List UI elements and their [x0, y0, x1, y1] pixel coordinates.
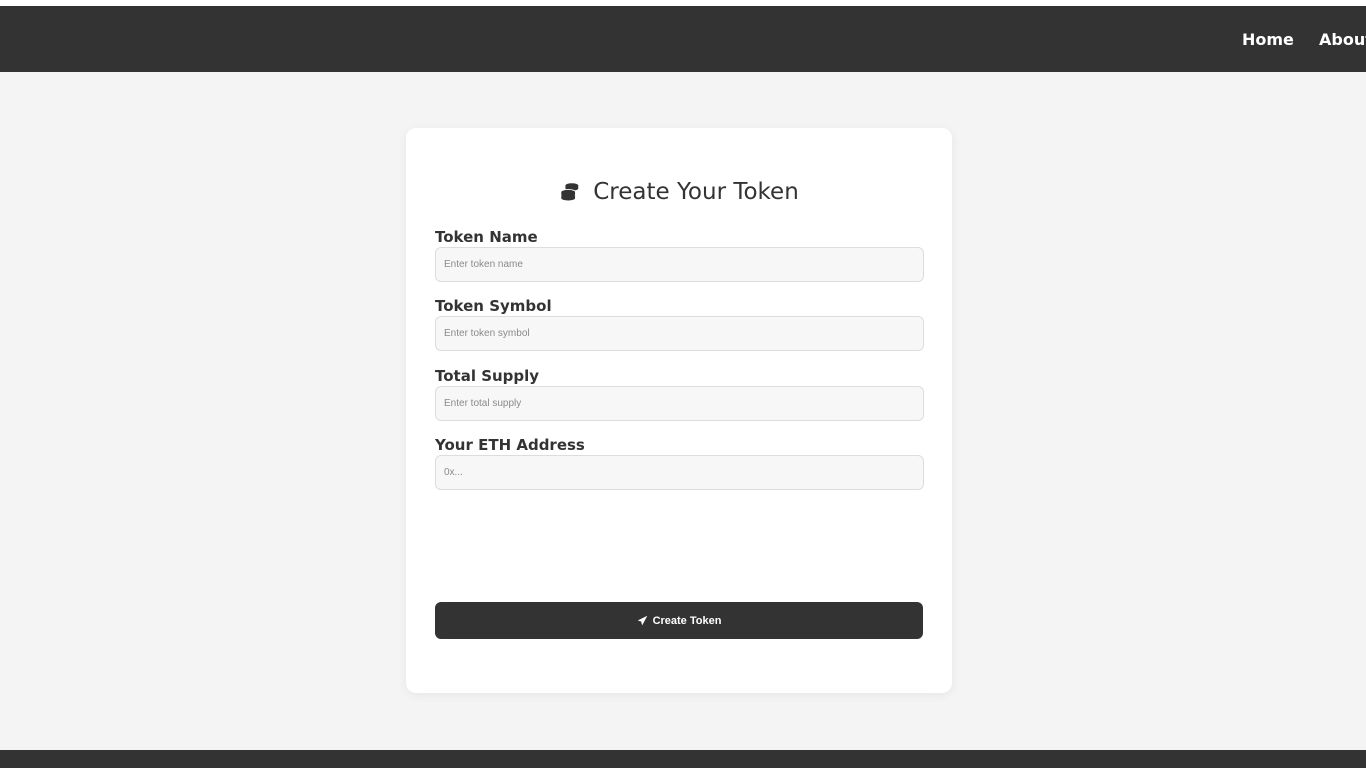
total-supply-input[interactable]	[435, 386, 924, 421]
nav-link-home[interactable]: Home	[1242, 6, 1294, 72]
nav-link-about[interactable]: About	[1319, 6, 1366, 72]
footer	[0, 750, 1366, 768]
navbar: Home About	[0, 6, 1366, 72]
total-supply-label: Total Supply	[435, 367, 540, 385]
token-name-input[interactable]	[435, 247, 924, 282]
form-title: Create Your Token	[406, 174, 952, 210]
token-form-card: Create Your Token Token Name Token Symbo…	[406, 128, 952, 693]
coins-icon	[560, 183, 579, 202]
create-token-button[interactable]: Create Token	[435, 602, 923, 639]
create-token-button-label: Create Token	[652, 614, 722, 627]
eth-address-input[interactable]	[435, 455, 924, 490]
paper-plane-icon	[637, 615, 647, 626]
token-name-label: Token Name	[435, 228, 538, 246]
eth-address-label: Your ETH Address	[435, 436, 585, 454]
token-symbol-input[interactable]	[435, 316, 924, 351]
token-symbol-label: Token Symbol	[435, 297, 552, 315]
form-title-text: Create Your Token	[593, 179, 799, 205]
